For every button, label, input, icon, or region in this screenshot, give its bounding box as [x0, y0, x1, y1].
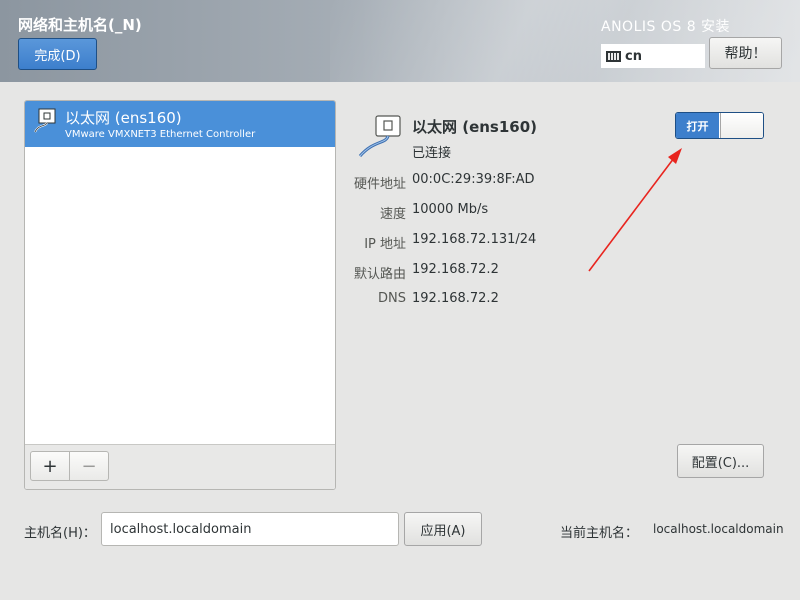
header-bar: 网络和主机名(_N) 完成(D) ANOLIS OS 8 安装 cn 帮助！: [0, 0, 800, 82]
device-name: 以太网 (ens160): [65, 109, 182, 127]
product-title: ANOLIS OS 8 安装: [601, 19, 731, 35]
red-annotation-arrow: [588, 148, 682, 272]
ip-address-label: IP 地址: [364, 237, 406, 252]
hostname-label: 主机名(H)：: [24, 526, 96, 541]
remove-device-button[interactable]: −: [69, 451, 109, 481]
ethernet-icon: [358, 115, 401, 158]
speed-label: 速度: [379, 207, 406, 222]
device-detail-name: 以太网 (ens160): [412, 118, 538, 136]
network-device-list: 以太网 (ens160) VMware VMXNET3 Ethernet Con…: [24, 100, 336, 490]
current-hostname-label: 当前主机名：: [560, 526, 639, 541]
ethernet-icon: [34, 108, 56, 133]
current-hostname-value: localhost.localdomain: [653, 522, 784, 536]
configure-button[interactable]: 配置(C)...: [677, 444, 764, 478]
done-button[interactable]: 完成(D): [18, 38, 97, 70]
toggle-knob[interactable]: [720, 113, 763, 138]
device-description: VMware VMXNET3 Ethernet Controller: [65, 129, 256, 140]
keyboard-icon: [606, 50, 621, 62]
page-title: 网络和主机名(_N): [18, 16, 142, 34]
add-device-button[interactable]: +: [30, 451, 70, 481]
hardware-address-label: 硬件地址: [353, 177, 406, 192]
help-button[interactable]: 帮助！: [709, 37, 782, 69]
keyboard-layout-label: cn: [625, 48, 642, 64]
list-toolbar: + −: [25, 444, 335, 489]
ip-address-value: 192.168.72.131/24: [412, 232, 537, 247]
hostname-input[interactable]: localhost.localdomain: [101, 512, 399, 546]
dns-label: DNS: [378, 291, 406, 306]
default-route-value: 192.168.72.2: [412, 262, 499, 277]
connection-status: 已连接: [412, 146, 452, 161]
list-item[interactable]: 以太网 (ens160) VMware VMXNET3 Ethernet Con…: [25, 101, 335, 147]
toggle-on-label: 打开: [676, 113, 719, 138]
keyboard-layout-indicator[interactable]: cn: [601, 44, 705, 68]
hardware-address-value: 00:0C:29:39:8F:AD: [412, 172, 535, 187]
speed-value: 10000 Mb/s: [412, 202, 489, 217]
default-route-label: 默认路由: [353, 267, 406, 282]
apply-button[interactable]: 应用(A): [404, 512, 482, 546]
connection-toggle[interactable]: 打开: [675, 112, 764, 139]
dns-value: 192.168.72.2: [412, 291, 499, 306]
